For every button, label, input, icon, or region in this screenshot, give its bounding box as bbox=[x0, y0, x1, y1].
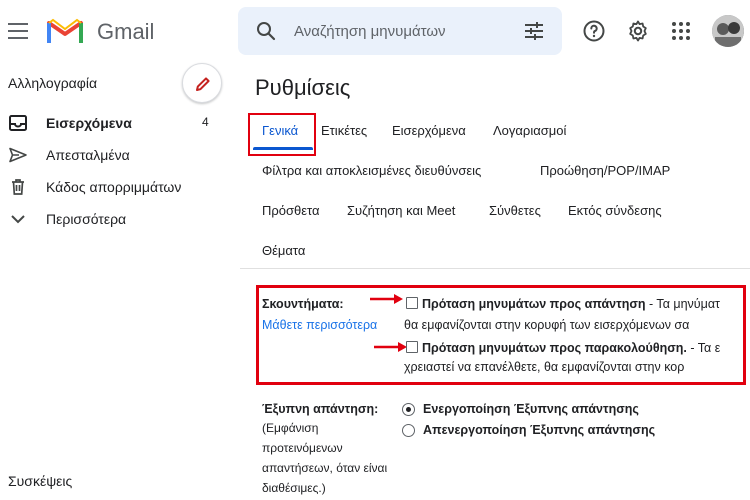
menu-bar bbox=[8, 30, 28, 32]
tab-chat-meet[interactable]: Συζήτηση και Meet bbox=[347, 203, 455, 218]
pencil-icon bbox=[196, 77, 210, 91]
smart-reply-label: Έξυπνη απάντηση: bbox=[262, 402, 379, 416]
learn-more-link[interactable]: Μάθετε περισσότερα bbox=[262, 318, 377, 332]
unread-count: 4 bbox=[202, 115, 209, 129]
search-options-icon[interactable] bbox=[522, 19, 546, 43]
followup-nudge-title: Πρόταση μηνυμάτων προς παρακολούθηση. bbox=[422, 341, 687, 355]
tab-filters[interactable]: Φίλτρα και αποκλεισμένες διευθύνσεις bbox=[262, 163, 481, 178]
sidebar-item-label: Απεσταλμένα bbox=[46, 147, 130, 163]
send-icon bbox=[9, 147, 27, 163]
meet-section-label[interactable]: Συσκέψεις bbox=[8, 473, 72, 489]
page-title: Ρυθμίσεις bbox=[255, 75, 351, 100]
sidebar-item-sent[interactable]: Απεσταλμένα bbox=[0, 139, 230, 171]
tab-inbox[interactable]: Εισερχόμενα bbox=[392, 123, 466, 138]
tab-accounts[interactable]: Λογαριασμοί bbox=[493, 123, 566, 138]
reply-nudge-desc-line2: θα εμφανίζονται στην κορυφή των εισερχόμ… bbox=[404, 318, 690, 332]
sidebar-item-more[interactable]: Περισσότερα bbox=[0, 203, 230, 235]
smart-reply-note-line: διαθέσιμες.) bbox=[262, 481, 326, 495]
smart-reply-note: (Εμφάνιση προτεινόμενων απαντήσεων, όταν… bbox=[262, 418, 412, 498]
tab-addons[interactable]: Πρόσθετα bbox=[262, 203, 320, 218]
tabs-divider bbox=[240, 268, 750, 269]
gmail-logo-icon[interactable] bbox=[47, 17, 83, 45]
smart-reply-off-radio[interactable] bbox=[402, 424, 415, 437]
tab-forwarding[interactable]: Προώθηση/POP/IMAP bbox=[540, 163, 670, 178]
smart-reply-off-label[interactable]: Απενεργοποίηση Έξυπνης απάντησης bbox=[423, 423, 655, 437]
settings-gear-icon[interactable] bbox=[626, 19, 650, 43]
tab-labels[interactable]: Ετικέτες bbox=[321, 123, 367, 138]
avatar-photo-icon bbox=[712, 15, 744, 47]
reply-nudge-checkbox[interactable] bbox=[406, 297, 418, 309]
reply-nudge-option: Πρόταση μηνυμάτων προς απάντηση - Τα μην… bbox=[422, 297, 744, 311]
followup-nudge-option: Πρόταση μηνυμάτων προς παρακολούθηση. - … bbox=[422, 341, 744, 355]
menu-bar bbox=[8, 23, 28, 25]
smart-reply-note-line: (Εμφάνιση bbox=[262, 421, 319, 435]
sidebar-item-label: Εισερχόμενα bbox=[46, 115, 132, 131]
red-arrow-icon bbox=[374, 342, 407, 352]
trash-icon bbox=[12, 179, 24, 195]
compose-button[interactable] bbox=[182, 63, 222, 103]
main-menu-button[interactable] bbox=[8, 23, 28, 39]
reply-nudge-title: Πρόταση μηνυμάτων προς απάντηση bbox=[422, 297, 646, 311]
search-icon[interactable] bbox=[254, 19, 278, 43]
apps-grid-icon[interactable] bbox=[669, 19, 693, 43]
highlight-box-general-tab bbox=[248, 113, 316, 156]
followup-nudge-desc: - Τα ε bbox=[686, 341, 721, 355]
app-name: Gmail bbox=[97, 19, 155, 44]
search-bar[interactable] bbox=[238, 7, 562, 55]
sidebar-item-label: Κάδος απορριμμάτων bbox=[46, 179, 182, 195]
account-avatar[interactable] bbox=[712, 15, 744, 47]
reply-nudge-desc: - Τα μηνύματ bbox=[645, 297, 720, 311]
smart-reply-note-line: προτεινόμενων bbox=[262, 441, 343, 455]
menu-bar bbox=[8, 37, 28, 39]
sidebar-item-label: Περισσότερα bbox=[46, 211, 127, 227]
search-input[interactable] bbox=[294, 7, 514, 55]
tab-advanced[interactable]: Σύνθετες bbox=[489, 203, 541, 218]
tab-themes[interactable]: Θέματα bbox=[262, 243, 305, 258]
followup-nudge-desc-line2: χρειαστεί να επανέλθετε, θα εμφανίζονται… bbox=[404, 360, 685, 374]
tab-offline[interactable]: Εκτός σύνδεσης bbox=[568, 203, 662, 218]
nudges-label: Σκουντήματα: bbox=[262, 297, 344, 311]
mail-section-label: Αλληλογραφία bbox=[8, 75, 98, 91]
chevron-down-icon bbox=[11, 215, 25, 224]
smart-reply-on-label[interactable]: Ενεργοποίηση Έξυπνης απάντησης bbox=[423, 402, 639, 416]
sidebar-item-inbox[interactable]: Εισερχόμενα 4 bbox=[0, 107, 230, 139]
followup-nudge-checkbox[interactable] bbox=[406, 341, 418, 353]
red-arrow-icon bbox=[370, 294, 403, 304]
help-icon[interactable] bbox=[582, 19, 606, 43]
smart-reply-note-line: απαντήσεων, όταν είναι bbox=[262, 461, 388, 475]
sidebar-item-trash[interactable]: Κάδος απορριμμάτων bbox=[0, 171, 230, 203]
smart-reply-on-radio[interactable] bbox=[402, 403, 415, 416]
inbox-icon bbox=[9, 115, 27, 131]
